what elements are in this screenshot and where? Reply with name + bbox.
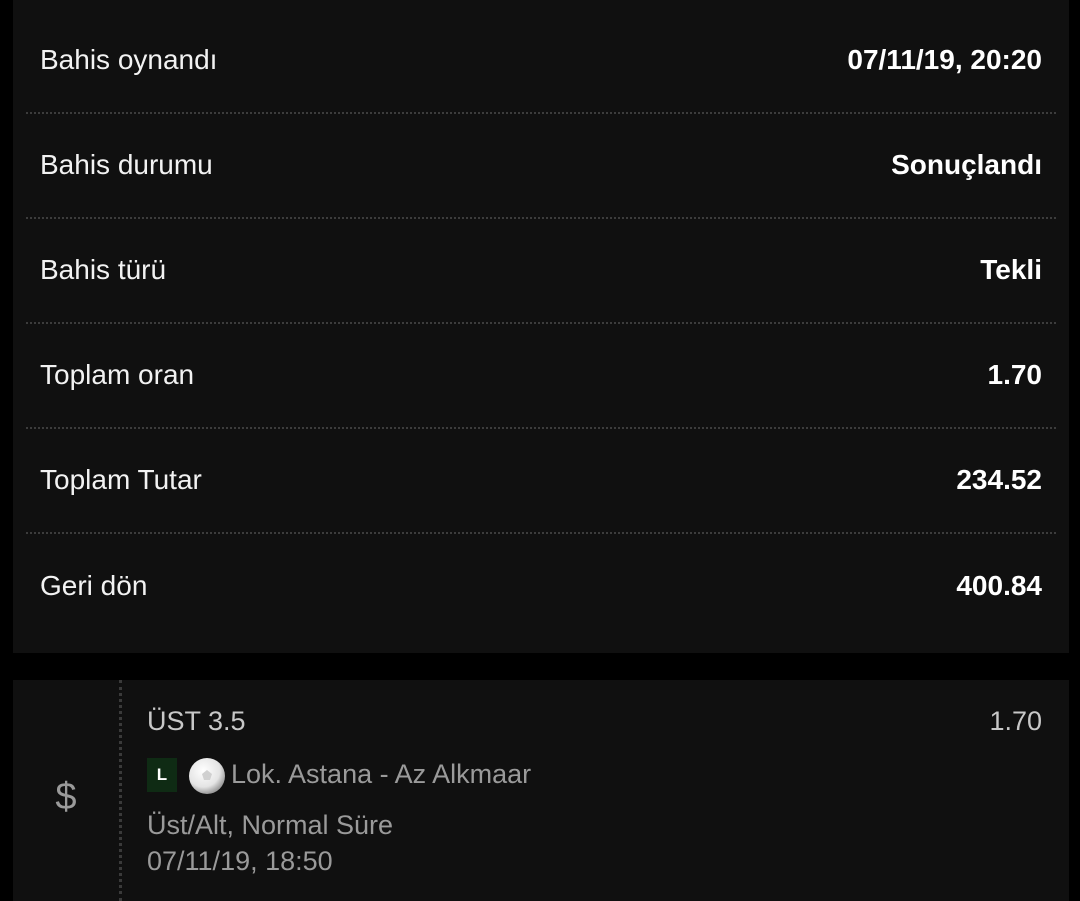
bet-selection-card[interactable]: $ ÜST 3.5 1.70 L Lok. Astana - Az Alkmaa… <box>13 680 1069 901</box>
bet-summary-card: Bahis oynandı 07/11/19, 20:20 Bahis duru… <box>13 0 1069 653</box>
selection-odds: 1.70 <box>989 706 1042 736</box>
selection-divider <box>119 680 122 901</box>
bet-placed-label: Bahis oynandı <box>40 44 218 75</box>
soccer-ball-icon <box>189 758 225 794</box>
total-stake-value: 234.52 <box>956 464 1042 495</box>
event-time: 07/11/19, 18:50 <box>147 846 333 876</box>
return-row: Geri dön 400.84 <box>13 526 1069 631</box>
bet-placed-value: 07/11/19, 20:20 <box>847 44 1042 75</box>
match-name[interactable]: Lok. Astana - Az Alkmaar <box>231 759 531 790</box>
total-odds-row: Toplam oran 1.70 <box>13 315 1069 420</box>
dollar-icon: $ <box>55 776 77 818</box>
return-value: 400.84 <box>956 570 1042 601</box>
return-label: Geri dön <box>40 570 148 601</box>
bet-status-row: Bahis durumu Sonuçlandı <box>13 105 1069 210</box>
bet-type-label: Bahis türü <box>40 254 167 285</box>
total-stake-row: Toplam Tutar 234.52 <box>13 420 1069 525</box>
market-name: Üst/Alt, Normal Süre <box>147 810 394 840</box>
selection-pick: ÜST 3.5 <box>147 706 246 736</box>
total-odds-label: Toplam oran <box>40 359 195 390</box>
bet-status-label: Bahis durumu <box>40 149 213 180</box>
bet-placed-row: Bahis oynandı 07/11/19, 20:20 <box>13 0 1069 105</box>
bet-type-value: Tekli <box>980 254 1042 285</box>
bet-status-value: Sonuçlandı <box>891 149 1042 180</box>
live-badge: L <box>147 758 177 792</box>
total-odds-value: 1.70 <box>987 359 1043 390</box>
bet-type-row: Bahis türü Tekli <box>13 210 1069 315</box>
total-stake-label: Toplam Tutar <box>40 464 202 495</box>
